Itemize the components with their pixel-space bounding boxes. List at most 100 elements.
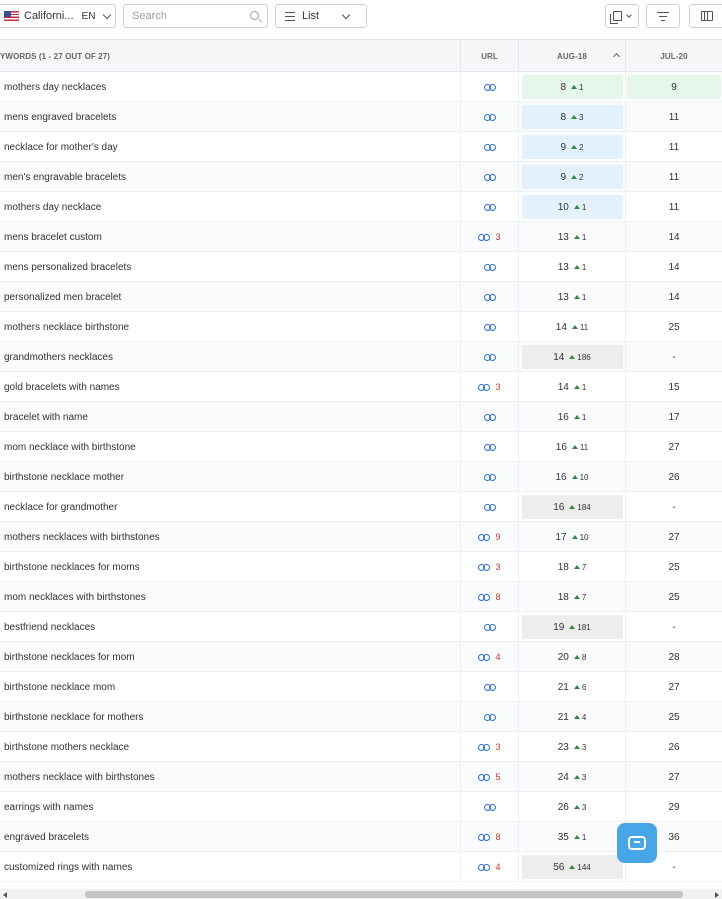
link-icon[interactable] xyxy=(478,593,491,601)
url-cell[interactable]: 3 xyxy=(460,552,518,582)
scroll-right-arrow-icon[interactable] xyxy=(715,892,719,898)
table-row[interactable]: mom necklace with birthstone 16 11 27 xyxy=(0,432,722,462)
filter-button[interactable] xyxy=(646,4,680,28)
chat-button[interactable] xyxy=(617,823,657,863)
scroll-left-arrow-icon[interactable] xyxy=(3,892,7,898)
table-row[interactable]: mens bracelet custom 3 13 1 14 xyxy=(0,222,722,252)
keyword-cell[interactable]: mothers necklace birthstone xyxy=(4,312,454,342)
table-row[interactable]: mothers necklace birthstone 14 11 25 xyxy=(0,312,722,342)
url-cell[interactable] xyxy=(460,72,518,102)
link-icon[interactable] xyxy=(483,143,496,151)
keyword-cell[interactable]: mothers necklace with birthstones xyxy=(4,762,454,792)
table-row[interactable]: mothers day necklace 10 1 11 xyxy=(0,192,722,222)
table-row[interactable]: birthstone necklaces for mom 4 20 8 28 xyxy=(0,642,722,672)
url-cell[interactable]: 3 xyxy=(460,732,518,762)
sort-ascending-icon[interactable] xyxy=(612,52,621,61)
url-cell[interactable]: 8 xyxy=(460,822,518,852)
table-row[interactable]: mothers day necklaces 8 1 9 xyxy=(0,72,722,102)
url-cell[interactable] xyxy=(460,462,518,492)
link-icon[interactable] xyxy=(478,533,491,541)
jul-column-header[interactable]: JUL-20 xyxy=(625,40,722,72)
view-mode-select[interactable]: List xyxy=(275,4,367,28)
link-icon[interactable] xyxy=(478,653,491,661)
table-row[interactable]: customized rings with names 4 56 144 - xyxy=(0,852,722,882)
horizontal-scrollbar[interactable] xyxy=(0,889,722,899)
keyword-cell[interactable]: necklace for mother's day xyxy=(4,132,454,162)
link-icon[interactable] xyxy=(478,563,491,571)
keyword-cell[interactable]: birthstone necklace mother xyxy=(4,462,454,492)
keyword-cell[interactable]: necklace for grandmother xyxy=(4,492,454,522)
link-icon[interactable] xyxy=(483,203,496,211)
link-icon[interactable] xyxy=(483,503,496,511)
table-row[interactable]: mens engraved bracelets 8 3 11 xyxy=(0,102,722,132)
table-row[interactable]: birthstone necklace mom 21 6 27 xyxy=(0,672,722,702)
table-row[interactable]: personalized men bracelet 13 1 14 xyxy=(0,282,722,312)
link-icon[interactable] xyxy=(483,293,496,301)
table-row[interactable]: mens personalized bracelets 13 1 14 xyxy=(0,252,722,282)
link-icon[interactable] xyxy=(483,353,496,361)
table-row[interactable]: mom necklaces with birthstones 8 18 7 25 xyxy=(0,582,722,612)
keyword-cell[interactable]: gold bracelets with names xyxy=(4,372,454,402)
url-cell[interactable] xyxy=(460,312,518,342)
link-icon[interactable] xyxy=(478,833,491,841)
link-icon[interactable] xyxy=(478,773,491,781)
keyword-cell[interactable]: earrings with names xyxy=(4,792,454,822)
url-cell[interactable] xyxy=(460,282,518,312)
keyword-cell[interactable]: birthstone mothers necklace xyxy=(4,732,454,762)
link-icon[interactable] xyxy=(483,803,496,811)
url-cell[interactable] xyxy=(460,102,518,132)
table-row[interactable]: bracelet with name 16 1 17 xyxy=(0,402,722,432)
aug-column-header[interactable]: AUG-18 xyxy=(518,40,625,72)
location-select[interactable]: Californi... EN xyxy=(0,4,116,28)
table-row[interactable]: mothers necklace with birthstones 5 24 3 27 xyxy=(0,762,722,792)
url-cell[interactable]: 4 xyxy=(460,852,518,882)
keywords-column-header[interactable]: YWORDS (1 - 27 OUT OF 27) xyxy=(0,40,460,72)
table-row[interactable]: men's engravable bracelets 9 2 11 xyxy=(0,162,722,192)
link-icon[interactable] xyxy=(483,713,496,721)
keyword-cell[interactable]: mens engraved bracelets xyxy=(4,102,454,132)
keyword-cell[interactable]: mom necklaces with birthstones xyxy=(4,582,454,612)
url-cell[interactable] xyxy=(460,132,518,162)
table-row[interactable]: necklace for mother's day 9 2 11 xyxy=(0,132,722,162)
columns-button[interactable] xyxy=(689,4,722,28)
table-row[interactable]: engraved bracelets 8 35 1 36 xyxy=(0,822,722,852)
table-row[interactable]: birthstone mothers necklace 3 23 3 26 xyxy=(0,732,722,762)
table-row[interactable]: grandmothers necklaces 14 186 - xyxy=(0,342,722,372)
url-cell[interactable] xyxy=(460,672,518,702)
url-cell[interactable]: 9 xyxy=(460,522,518,552)
link-icon[interactable] xyxy=(483,443,496,451)
url-cell[interactable]: 3 xyxy=(460,222,518,252)
keyword-cell[interactable]: men's engravable bracelets xyxy=(4,162,454,192)
url-cell[interactable] xyxy=(460,402,518,432)
search-icon[interactable] xyxy=(250,11,259,20)
link-icon[interactable] xyxy=(483,323,496,331)
keyword-cell[interactable]: mom necklace with birthstone xyxy=(4,432,454,462)
keyword-cell[interactable]: engraved bracelets xyxy=(4,822,454,852)
link-icon[interactable] xyxy=(483,83,496,91)
copy-button[interactable] xyxy=(605,4,639,28)
table-row[interactable]: earrings with names 26 3 29 xyxy=(0,792,722,822)
table-row[interactable]: birthstone necklace mother 16 10 26 xyxy=(0,462,722,492)
keyword-cell[interactable]: birthstone necklace for mothers xyxy=(4,702,454,732)
url-cell[interactable] xyxy=(460,792,518,822)
keyword-cell[interactable]: birthstone necklaces for mom xyxy=(4,642,454,672)
link-icon[interactable] xyxy=(483,623,496,631)
keyword-cell[interactable]: birthstone necklace mom xyxy=(4,672,454,702)
url-cell[interactable]: 5 xyxy=(460,762,518,792)
url-cell[interactable]: 3 xyxy=(460,372,518,402)
url-cell[interactable] xyxy=(460,492,518,522)
keyword-cell[interactable]: customized rings with names xyxy=(4,852,454,882)
url-cell[interactable] xyxy=(460,612,518,642)
url-cell[interactable] xyxy=(460,162,518,192)
link-icon[interactable] xyxy=(478,383,491,391)
url-cell[interactable] xyxy=(460,702,518,732)
link-icon[interactable] xyxy=(483,473,496,481)
link-icon[interactable] xyxy=(483,263,496,271)
link-icon[interactable] xyxy=(483,683,496,691)
url-cell[interactable]: 4 xyxy=(460,642,518,672)
keyword-cell[interactable]: mothers necklaces with birthstones xyxy=(4,522,454,552)
keyword-cell[interactable]: mothers day necklace xyxy=(4,192,454,222)
link-icon[interactable] xyxy=(478,743,491,751)
link-icon[interactable] xyxy=(483,413,496,421)
keyword-cell[interactable]: mens personalized bracelets xyxy=(4,252,454,282)
